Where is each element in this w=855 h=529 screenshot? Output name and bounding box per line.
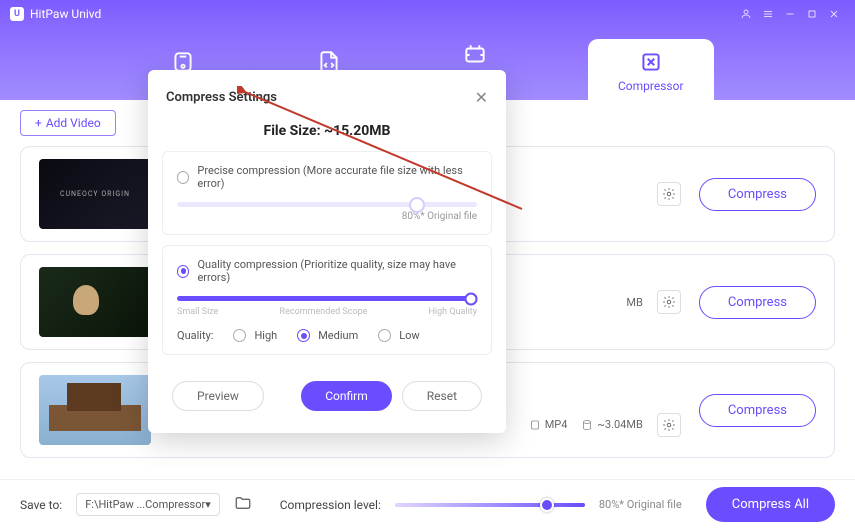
chevron-down-icon: ▾ [205,498,211,511]
save-path-value: F:\HitPaw ...Compressor [85,498,205,511]
compress-all-button[interactable]: Compress All [706,487,835,522]
window-titlebar: U HitPaw Univd [0,0,855,28]
slider-thumb[interactable] [540,498,554,512]
account-icon[interactable] [735,3,757,25]
precise-section: Precise compression (More accurate file … [162,151,492,235]
app-logo-icon: U [10,7,24,21]
compress-button[interactable]: Compress [699,394,816,427]
confirm-button[interactable]: Confirm [301,381,392,411]
file-size-row: File Size: ~15.20MB [148,123,506,139]
reset-button[interactable]: Reset [402,381,482,411]
app-name: HitPaw Univd [30,7,101,21]
video-thumbnail [39,375,151,445]
quality-label: Quality compression (Prioritize quality,… [197,258,477,284]
out-format: MP4 [529,418,568,431]
add-video-label: Add Video [46,116,101,130]
settings-icon[interactable] [657,182,681,206]
quality-section: Quality compression (Prioritize quality,… [162,245,492,355]
compress-button[interactable]: Compress [699,286,816,319]
tab-compressor-label: Compressor [618,79,684,93]
settings-icon[interactable] [657,290,681,314]
compression-level-value: 80%* Original file [599,498,682,511]
modal-close-icon[interactable]: ✕ [475,88,488,107]
out-size: ~3.04MB [581,418,642,431]
scope-left: Small Size [177,307,218,317]
out-size: MB [626,296,642,309]
menu-icon[interactable] [757,3,779,25]
save-path-select[interactable]: F:\HitPaw ...Compressor ▾ [76,493,220,516]
precise-radio[interactable] [177,171,189,184]
file-size-label: File Size: [264,123,321,139]
slider-thumb[interactable] [409,197,425,213]
file-size-value: ~15.20MB [324,123,390,139]
quality-row-label: Quality: [177,329,213,342]
preview-button[interactable]: Preview [172,381,264,411]
precise-slider[interactable] [177,202,477,207]
compression-level-label: Compression level: [280,498,381,512]
quality-medium-radio[interactable] [297,329,310,342]
footer-bar: Save to: F:\HitPaw ...Compressor ▾ Compr… [0,479,855,529]
plus-icon: + [35,116,42,130]
compress-settings-modal: Compress Settings ✕ File Size: ~15.20MB … [148,70,506,433]
open-folder-icon[interactable] [234,494,252,515]
compression-level-slider[interactable] [395,503,585,507]
compress-button[interactable]: Compress [699,178,816,211]
scope-right: High Quality [429,307,477,317]
modal-title: Compress Settings [166,90,277,105]
video-thumbnail: CUNEOCY ORIGIN [39,159,151,229]
settings-icon[interactable] [657,413,681,437]
precise-label: Precise compression (More accurate file … [197,164,477,190]
add-video-button[interactable]: + Add Video [20,110,116,136]
quality-high-radio[interactable] [233,329,246,342]
quality-slider[interactable] [177,296,477,301]
video-thumbnail [39,267,151,337]
minimize-icon[interactable] [779,3,801,25]
save-to-label: Save to: [20,498,62,512]
precise-value: 80%* Original file [177,211,477,222]
slider-thumb[interactable] [465,292,478,305]
maximize-icon[interactable] [801,3,823,25]
quality-low-radio[interactable] [378,329,391,342]
quality-radio[interactable] [177,265,189,278]
tab-compressor[interactable]: Compressor [588,39,714,103]
close-icon[interactable] [823,3,845,25]
scope-mid: Recommended Scope [280,307,368,317]
